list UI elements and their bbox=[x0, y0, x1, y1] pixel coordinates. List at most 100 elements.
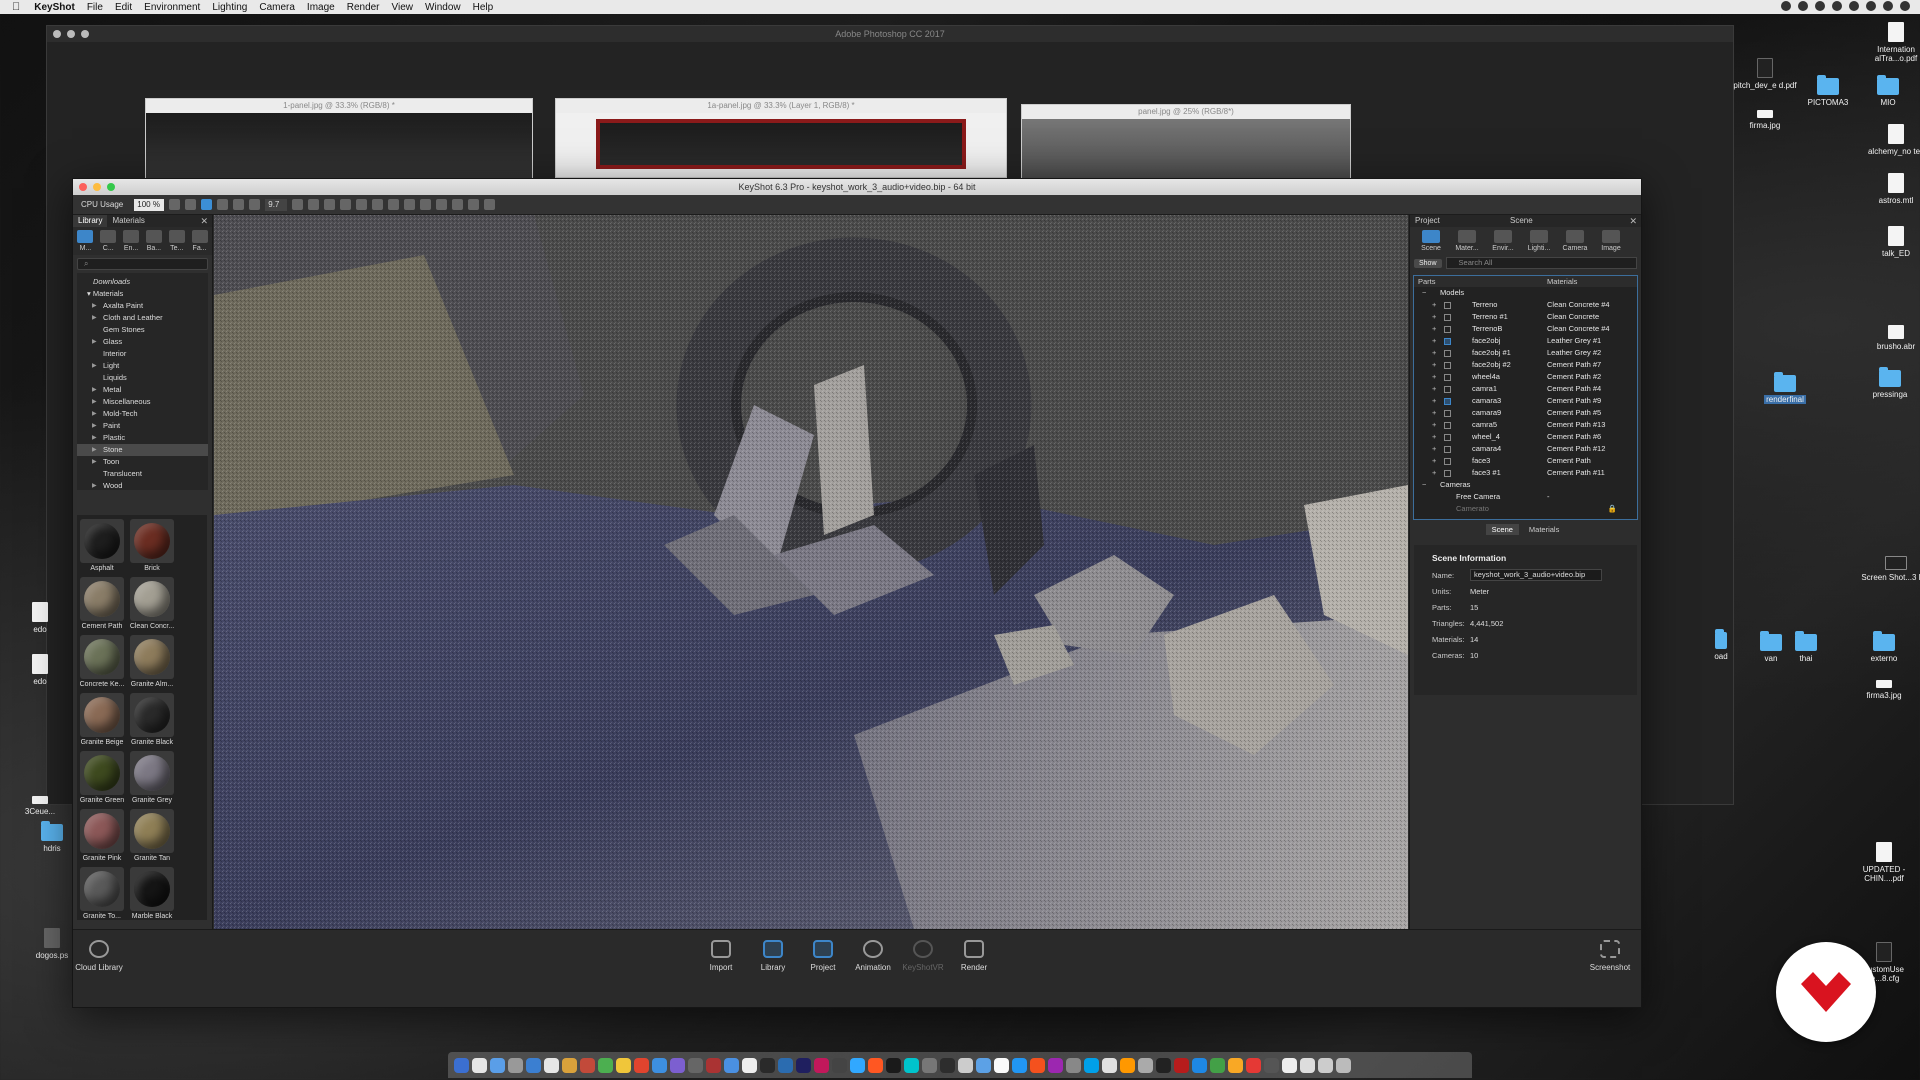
cpu-usage-field[interactable]: 100 % bbox=[134, 198, 165, 211]
material-thumbnail[interactable]: Marble Black bbox=[129, 867, 175, 920]
camera-row[interactable]: Free Camera - bbox=[1414, 491, 1637, 503]
material-thumbnail[interactable]: Granite Beige bbox=[79, 693, 125, 749]
expand-icon[interactable]: + bbox=[1432, 419, 1436, 431]
part-row[interactable]: + wheel4a Cement Path #2 bbox=[1414, 371, 1637, 383]
dock-app-icon[interactable] bbox=[598, 1057, 613, 1073]
tab-scene[interactable]: Scene bbox=[1414, 230, 1448, 252]
status-icon[interactable] bbox=[1798, 1, 1808, 11]
menu-edit[interactable]: Edit bbox=[115, 2, 132, 13]
tree-item[interactable]: ▶ Toon bbox=[77, 456, 208, 468]
material-icon[interactable] bbox=[404, 199, 416, 210]
tab-lighting[interactable]: Lighti... bbox=[1522, 230, 1556, 252]
tab-camera[interactable]: Camera bbox=[1558, 230, 1592, 252]
region-icon[interactable] bbox=[452, 199, 464, 210]
desktop-file[interactable]: Internation alTra...o.pdf bbox=[1861, 22, 1920, 63]
expand-icon[interactable]: + bbox=[1432, 407, 1436, 419]
scene-name-field[interactable]: keyshot_work_3_audio+video.bip bbox=[1470, 569, 1602, 581]
tab-image[interactable]: Image bbox=[1594, 230, 1628, 252]
tree-item[interactable]: Gem Stones bbox=[77, 324, 208, 336]
dock-app-icon[interactable] bbox=[1066, 1057, 1081, 1073]
tree-materials-root[interactable]: ▾ Materials bbox=[77, 288, 208, 300]
dock-app-icon[interactable] bbox=[1030, 1057, 1045, 1073]
dock-app-icon[interactable] bbox=[904, 1057, 919, 1073]
expand-icon[interactable]: + bbox=[1432, 299, 1436, 311]
desktop-folder[interactable]: thai bbox=[1771, 631, 1841, 663]
dock-app-icon[interactable] bbox=[706, 1057, 721, 1073]
part-row[interactable]: + camra5 Cement Path #13 bbox=[1414, 419, 1637, 431]
pan-icon[interactable] bbox=[324, 199, 336, 210]
dock-app-icon[interactable] bbox=[490, 1057, 505, 1073]
refresh-icon[interactable] bbox=[201, 199, 213, 210]
visibility-checkbox[interactable] bbox=[1444, 470, 1451, 477]
dock-app-icon[interactable] bbox=[1192, 1057, 1207, 1073]
desktop-file[interactable]: pitch_dev_e d.pdf bbox=[1730, 58, 1800, 90]
tree-item[interactable]: ▶ Glass bbox=[77, 336, 208, 348]
dock-app-icon[interactable] bbox=[1102, 1057, 1117, 1073]
part-row[interactable]: + face3 Cement Path bbox=[1414, 455, 1637, 467]
menu-render[interactable]: Render bbox=[347, 2, 380, 13]
dock-app-icon[interactable] bbox=[544, 1057, 559, 1073]
dock-app-icon[interactable] bbox=[796, 1057, 811, 1073]
render-viewport[interactable] bbox=[214, 215, 1408, 929]
menu-list-icon[interactable] bbox=[1900, 1, 1910, 11]
column-parts[interactable]: Parts bbox=[1414, 276, 1547, 287]
zoom-in-icon[interactable] bbox=[308, 199, 320, 210]
expand-icon[interactable]: + bbox=[1432, 443, 1436, 455]
dock-app-icon[interactable] bbox=[994, 1057, 1009, 1073]
tree-item-selected[interactable]: ▶ Stone bbox=[77, 444, 208, 456]
dock-app-icon[interactable] bbox=[850, 1057, 865, 1073]
visibility-checkbox[interactable] bbox=[1444, 326, 1451, 333]
dock-app-icon[interactable] bbox=[778, 1057, 793, 1073]
dock-app-icon[interactable] bbox=[580, 1057, 595, 1073]
frame-icon[interactable] bbox=[249, 199, 261, 210]
part-row[interactable]: + face2obj Leather Grey #1 bbox=[1414, 335, 1637, 347]
dock-app-icon[interactable] bbox=[1318, 1057, 1333, 1073]
expand-icon[interactable]: + bbox=[1432, 395, 1436, 407]
expand-icon[interactable]: + bbox=[1432, 323, 1436, 335]
dock-app-icon[interactable] bbox=[1120, 1057, 1135, 1073]
camera-row[interactable]: Camerato 🔒 bbox=[1414, 503, 1637, 515]
desktop-file[interactable]: firma.jpg bbox=[1730, 110, 1800, 130]
ps-document-3[interactable]: panel.jpg @ 25% (RGB/8*) bbox=[1021, 104, 1351, 191]
visibility-checkbox[interactable] bbox=[1444, 386, 1451, 393]
apple-icon[interactable]:  bbox=[12, 1, 20, 13]
dock-app-icon[interactable] bbox=[1012, 1057, 1027, 1073]
menu-view[interactable]: View bbox=[392, 2, 414, 13]
expand-icon[interactable]: + bbox=[1432, 383, 1436, 395]
visibility-checkbox[interactable] bbox=[1444, 398, 1451, 405]
import-button[interactable]: Import bbox=[694, 940, 748, 972]
dock-app-icon[interactable] bbox=[652, 1057, 667, 1073]
visibility-checkbox[interactable] bbox=[1444, 302, 1451, 309]
expand-icon[interactable]: + bbox=[1432, 311, 1436, 323]
screenshot-button[interactable]: Screenshot bbox=[1583, 940, 1637, 972]
desktop-file[interactable]: Screen Shot...3 PM bbox=[1861, 556, 1920, 582]
visibility-checkbox[interactable] bbox=[1444, 446, 1451, 453]
part-row[interactable]: + camara9 Cement Path #5 bbox=[1414, 407, 1637, 419]
keyshotvr-button[interactable]: KeyShotVR bbox=[896, 940, 950, 972]
desktop-folder[interactable]: oad bbox=[1706, 629, 1736, 661]
library-textures-button[interactable]: Te... bbox=[166, 230, 187, 252]
menu-app-name[interactable]: KeyShot bbox=[34, 2, 75, 13]
tab-library[interactable]: Library bbox=[73, 215, 108, 227]
cloud-library-button[interactable]: Cloud Library bbox=[72, 940, 126, 972]
camera-icon[interactable] bbox=[420, 199, 432, 210]
animation-button[interactable]: Animation bbox=[846, 940, 900, 972]
part-row[interactable]: + face2obj #2 Cement Path #7 bbox=[1414, 359, 1637, 371]
rotate-icon[interactable] bbox=[340, 199, 352, 210]
material-thumbnail[interactable]: Granite To... bbox=[79, 867, 125, 920]
dock-app-icon[interactable] bbox=[616, 1057, 631, 1073]
subtab-scene[interactable]: Scene bbox=[1485, 524, 1519, 535]
part-row[interactable]: + TerrenoB Clean Concrete #4 bbox=[1414, 323, 1637, 335]
tree-item[interactable]: ▶ Wood bbox=[77, 480, 208, 492]
visibility-checkbox[interactable] bbox=[1444, 350, 1451, 357]
visibility-checkbox[interactable] bbox=[1444, 338, 1451, 345]
part-row[interactable]: + Terreno #1 Clean Concrete bbox=[1414, 311, 1637, 323]
pin-icon[interactable] bbox=[233, 199, 245, 210]
tree-item[interactable]: ▶ Miscellaneous bbox=[77, 396, 208, 408]
library-favorites-button[interactable]: Fa... bbox=[189, 230, 210, 252]
desktop-folder[interactable]: pressinga bbox=[1855, 367, 1920, 399]
visibility-checkbox[interactable] bbox=[1444, 314, 1451, 321]
undo-icon[interactable] bbox=[388, 199, 400, 210]
dock-app-icon[interactable] bbox=[634, 1057, 649, 1073]
desktop-file[interactable]: UPDATED - CHIN....pdf bbox=[1849, 842, 1919, 883]
